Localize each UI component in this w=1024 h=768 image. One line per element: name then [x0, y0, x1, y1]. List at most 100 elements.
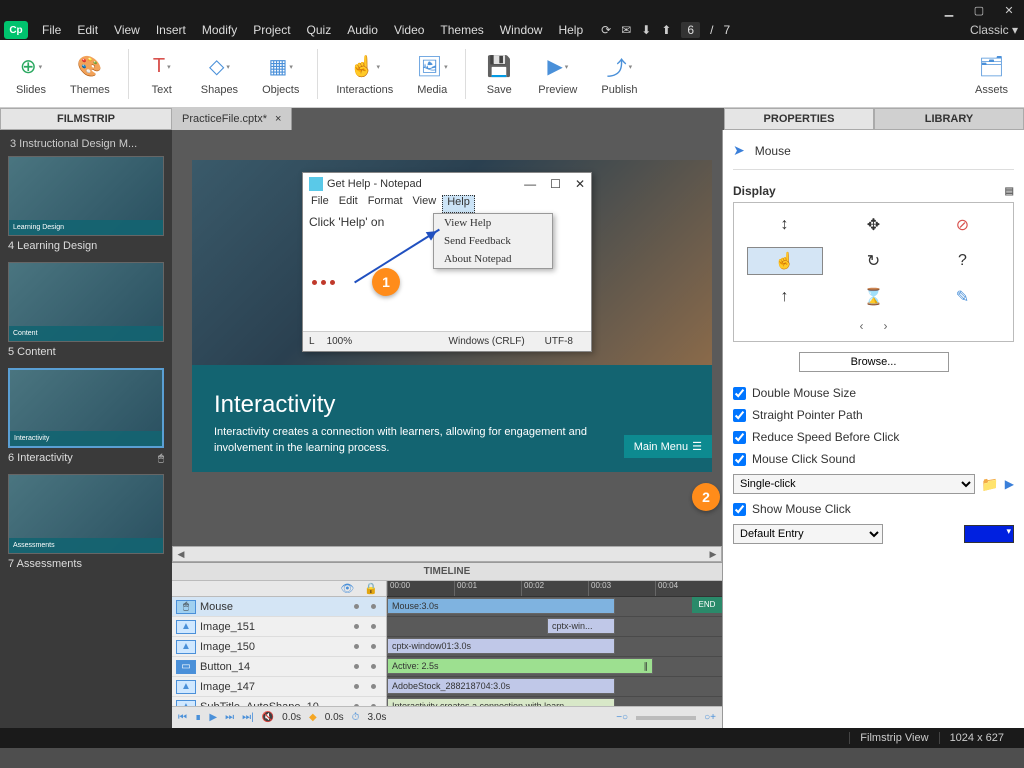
reduce-speed-check[interactable]	[733, 431, 746, 444]
click-color-swatch[interactable]	[964, 525, 1014, 543]
visibility-column-icon[interactable]: 👁	[340, 582, 354, 595]
filmstrip-slide-7[interactable]: Assessments7 Assessments	[8, 474, 164, 570]
cursor-busy-arrow[interactable]: ↻	[836, 247, 912, 275]
show-mouse-click-check[interactable]	[733, 503, 746, 516]
menu-window[interactable]: Window	[492, 23, 551, 37]
scroll-left[interactable]: ◀	[173, 549, 189, 560]
main-menu-button[interactable]: Main Menu☰	[624, 435, 712, 458]
timeline-tracks[interactable]: 00:00 00:01 00:02 00:03 00:04 Mouse:3.0s…	[387, 581, 722, 706]
timeline-layer[interactable]: ▲Image_150	[172, 637, 386, 657]
tl-rewind[interactable]: ⏮	[178, 712, 187, 723]
filmstrip-slide-6[interactable]: Interactivity6 Interactivity🖱	[8, 368, 164, 464]
cursor-up[interactable]: ↑	[747, 283, 823, 311]
section-options-icon[interactable]: ▤	[1005, 186, 1014, 197]
shapes-button[interactable]: ◇▾Shapes	[189, 44, 250, 104]
cursor-no[interactable]: ⊘	[925, 211, 1001, 239]
callout-2[interactable]: 2	[692, 483, 720, 511]
notepad-minimize[interactable]: —	[524, 177, 536, 191]
tl-end[interactable]: ⏭|	[242, 712, 254, 723]
timeline-layer[interactable]: ▭Button_14	[172, 657, 386, 677]
scroll-right[interactable]: ▶	[705, 549, 721, 560]
np-menu-format[interactable]: Format	[364, 195, 407, 213]
timeline-clip[interactable]: Interactivity creates a connection with …	[387, 698, 615, 706]
timeline-track[interactable]: Mouse:3.0sEND	[387, 597, 722, 617]
timeline-track[interactable]: cptx-window01:3.0s	[387, 637, 722, 657]
timeline-track[interactable]: Active: 2.5s∥	[387, 657, 722, 677]
timeline-track[interactable]: cptx-win...	[387, 617, 722, 637]
np-dd-viewhelp[interactable]: View Help	[434, 214, 552, 232]
tl-zoom-out[interactable]: −○	[616, 712, 628, 723]
menu-modify[interactable]: Modify	[194, 23, 245, 37]
timeline-clip[interactable]: AdobeStock_288218704:3.0s	[387, 678, 615, 694]
notepad-close[interactable]: ✕	[575, 177, 585, 191]
menu-video[interactable]: Video	[386, 23, 432, 37]
objects-button[interactable]: ▦▾Objects	[250, 44, 311, 104]
tl-stop[interactable]: ∎	[195, 712, 201, 723]
filmstrip-group-label[interactable]: 3 Instructional Design M...	[0, 134, 172, 154]
filmstrip-slide-5[interactable]: Content5 Content	[8, 262, 164, 358]
menu-themes[interactable]: Themes	[432, 23, 491, 37]
menu-view[interactable]: View	[106, 23, 148, 37]
menu-edit[interactable]: Edit	[69, 23, 106, 37]
cursor-wait[interactable]: ⌛	[836, 283, 912, 311]
menu-quiz[interactable]: Quiz	[299, 23, 340, 37]
current-slide-number[interactable]: 6	[681, 22, 700, 38]
click-sound-select[interactable]: Single-click	[733, 474, 975, 494]
maximize-button[interactable]: ▢	[964, 1, 994, 19]
timeline-layer[interactable]: ▲Image_147	[172, 677, 386, 697]
np-menu-edit[interactable]: Edit	[335, 195, 362, 213]
themes-button[interactable]: 🎨Themes	[58, 44, 122, 104]
menu-audio[interactable]: Audio	[339, 23, 386, 37]
timeline-header[interactable]: TIMELINE	[172, 563, 722, 581]
properties-tab[interactable]: PROPERTIES	[724, 108, 874, 130]
slide-canvas[interactable]: Get Help - Notepad — ☐ ✕ File Edit Forma…	[172, 130, 722, 546]
mouse-click-sound-check[interactable]	[733, 453, 746, 466]
filmstrip-slide-4[interactable]: Learning Design4 Learning Design	[8, 156, 164, 252]
timeline-clip[interactable]: cptx-window01:3.0s	[387, 638, 615, 654]
timeline-clip[interactable]: cptx-win...	[547, 618, 615, 634]
filmstrip-tab[interactable]: FILMSTRIP	[0, 108, 172, 130]
assets-button[interactable]: 🗂Assets	[963, 44, 1020, 104]
tl-play[interactable]: ▶	[209, 712, 217, 723]
tl-zoom-in[interactable]: ○+	[704, 712, 716, 723]
callout-1[interactable]: 1	[372, 268, 400, 296]
timeline-track[interactable]: AdobeStock_288218704:3.0s	[387, 677, 722, 697]
document-tab[interactable]: PracticeFile.cptx* ×	[172, 108, 292, 130]
cursor-prev[interactable]: ‹	[860, 319, 864, 333]
download-icon[interactable]: ⬇	[641, 23, 651, 37]
publish-button[interactable]: ⤴▾Publish	[589, 44, 649, 104]
timeline-end-marker[interactable]: END	[692, 597, 722, 613]
np-menu-file[interactable]: File	[307, 195, 333, 213]
timeline-track[interactable]: Interactivity creates a connection with …	[387, 697, 722, 706]
slide-stage[interactable]: Get Help - Notepad — ☐ ✕ File Edit Forma…	[192, 160, 712, 472]
text-button[interactable]: T▾Text	[135, 44, 189, 104]
cursor-eyedrop[interactable]: ✎	[925, 283, 1001, 311]
np-dd-about[interactable]: About Notepad	[434, 250, 552, 268]
menu-file[interactable]: File	[34, 23, 69, 37]
timeline-layer[interactable]: ▲SubTitle_AutoShape_10	[172, 697, 386, 706]
interactions-button[interactable]: ☝▾Interactions	[324, 44, 405, 104]
timeline-ruler[interactable]: 00:00 00:01 00:02 00:03 00:04	[387, 581, 722, 597]
np-menu-view[interactable]: View	[409, 195, 441, 213]
np-dd-feedback[interactable]: Send Feedback	[434, 232, 552, 250]
save-button[interactable]: 💾Save	[472, 44, 526, 104]
click-entry-select[interactable]: Default Entry	[733, 524, 883, 544]
cursor-next[interactable]: ›	[884, 319, 888, 333]
np-menu-help[interactable]: Help	[442, 195, 475, 213]
menu-project[interactable]: Project	[245, 23, 298, 37]
workspace-selector[interactable]: Classic ▾	[970, 23, 1018, 37]
canvas-hscrollbar[interactable]: ◀ ▶	[172, 546, 722, 562]
document-tab-close[interactable]: ×	[275, 113, 281, 125]
timeline-layer[interactable]: 🖱Mouse	[172, 597, 386, 617]
double-mouse-size-check[interactable]	[733, 387, 746, 400]
tl-mute[interactable]: 🔇	[262, 712, 274, 723]
sync-icon[interactable]: ⟳	[601, 23, 611, 37]
tl-ff[interactable]: ⏭	[225, 712, 234, 723]
preview-button[interactable]: ▶▾Preview	[526, 44, 589, 104]
cursor-hand[interactable]: ☝	[747, 247, 823, 275]
menu-help[interactable]: Help	[550, 23, 591, 37]
status-view-mode[interactable]: Filmstrip View	[849, 732, 938, 744]
cursor-resize-v[interactable]: ↕	[747, 211, 823, 239]
notepad-maximize[interactable]: ☐	[550, 177, 561, 191]
close-button[interactable]: ✕	[994, 1, 1024, 19]
